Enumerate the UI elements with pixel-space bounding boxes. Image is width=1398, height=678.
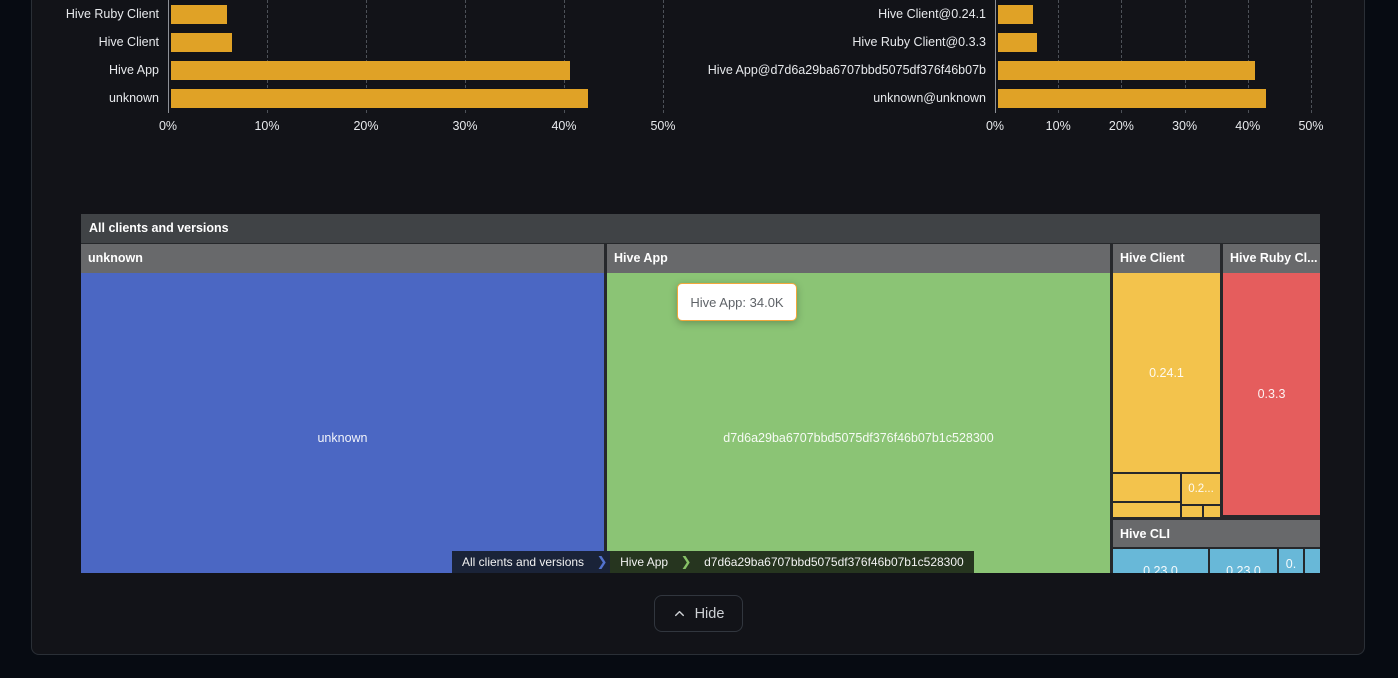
breadcrumb-item-version-hash[interactable]: d7d6a29ba6707bbd5075df376f46b07b1c528300 bbox=[694, 551, 974, 573]
bar-category-label: Hive App bbox=[0, 61, 159, 80]
bar[interactable] bbox=[171, 5, 227, 24]
treemap-cell-hive-client-minor-1[interactable] bbox=[1113, 474, 1180, 501]
treemap-tooltip: Hive App: 34.0K bbox=[677, 283, 797, 321]
treemap-cell-hive-ruby-client-0-3-3[interactable]: 0.3.3 bbox=[1223, 273, 1320, 515]
bar[interactable] bbox=[171, 33, 232, 52]
x-axis-tick-label: 0% bbox=[138, 119, 198, 133]
treemap-cell-unknown[interactable]: unknown bbox=[81, 273, 604, 573]
bar[interactable] bbox=[998, 61, 1255, 80]
treemap-section-header-hive-ruby-client[interactable]: Hive Ruby Cl... bbox=[1223, 244, 1320, 273]
treemap-cell-hive-client-minor-5[interactable] bbox=[1204, 506, 1220, 517]
treemap-cell-hive-cli-4[interactable] bbox=[1305, 549, 1320, 573]
gridline bbox=[663, 0, 664, 113]
treemap-cell-hive-cli-3[interactable]: 0. bbox=[1279, 549, 1303, 573]
y-axis-line bbox=[995, 0, 996, 113]
x-axis-tick-label: 20% bbox=[1091, 119, 1151, 133]
bar[interactable] bbox=[998, 89, 1266, 108]
x-axis-tick-label: 30% bbox=[435, 119, 495, 133]
bar-category-label: Hive Client@0.24.1 bbox=[698, 5, 986, 24]
treemap-cell-hive-client-minor-3[interactable] bbox=[1113, 503, 1180, 517]
app-root: 0%10%20%30%40%50%Hive Ruby ClientHive Cl… bbox=[0, 0, 1398, 678]
x-axis-tick-label: 40% bbox=[1218, 119, 1278, 133]
treemap-section-header-hive-client[interactable]: Hive Client bbox=[1113, 244, 1220, 273]
hide-button-label: Hide bbox=[695, 606, 725, 622]
y-axis-line bbox=[168, 0, 169, 113]
x-axis-tick-label: 50% bbox=[633, 119, 693, 133]
clients-versions-treemap: All clients and versions unknown Hive Ap… bbox=[81, 214, 1320, 573]
treemap-breadcrumb: All clients and versions ❯ Hive App ❯ d7… bbox=[452, 551, 974, 573]
treemap-root-header[interactable]: All clients and versions bbox=[81, 214, 1320, 243]
gridline bbox=[1311, 0, 1312, 113]
bar-category-label: Hive Client bbox=[0, 33, 159, 52]
treemap-cell-hive-client-minor-2[interactable]: 0.2... bbox=[1182, 474, 1220, 504]
bar[interactable] bbox=[998, 5, 1033, 24]
x-axis-tick-label: 10% bbox=[237, 119, 297, 133]
x-axis-tick-label: 20% bbox=[336, 119, 396, 133]
bar-category-label: Hive App@d7d6a29ba6707bbd5075df376f46b07… bbox=[698, 61, 986, 80]
client-share-bar-chart: 0% 10% 20% 30% 40% 50% Hive Ruby Client Hive Cl… bbox=[0, 0, 698, 140]
bar[interactable] bbox=[171, 61, 570, 80]
breadcrumb-item-root[interactable]: All clients and versions bbox=[452, 551, 594, 573]
treemap-cell-hive-client-0-24-1[interactable]: 0.24.1 bbox=[1113, 273, 1220, 472]
bar[interactable] bbox=[171, 89, 588, 108]
treemap-section-header-hive-cli[interactable]: Hive CLI bbox=[1113, 520, 1320, 547]
treemap-section-header-hive-app[interactable]: Hive App bbox=[607, 244, 1110, 273]
bar-category-label: Hive Ruby Client bbox=[0, 5, 159, 24]
treemap-section-header-unknown[interactable]: unknown bbox=[81, 244, 604, 273]
bar-category-label: unknown bbox=[0, 89, 159, 108]
x-axis-tick-label: 10% bbox=[1028, 119, 1088, 133]
x-axis-tick-label: 30% bbox=[1155, 119, 1215, 133]
hide-button[interactable]: Hide bbox=[654, 595, 743, 632]
client-version-share-bar-chart: 0%10%20% 30%40%50% Hive Client@0.24.1 Hive … bbox=[698, 0, 1398, 140]
treemap-cell-hive-cli-2[interactable]: 0.23.0 bbox=[1210, 549, 1277, 573]
bar-category-label: Hive Ruby Client@0.3.3 bbox=[698, 33, 986, 52]
x-axis-tick-label: 0% bbox=[965, 119, 1025, 133]
treemap-cell-hive-client-minor-4[interactable] bbox=[1182, 506, 1202, 517]
treemap-cell-hive-cli-1[interactable]: 0.23.0 bbox=[1113, 549, 1208, 573]
chevron-right-icon: ❯ bbox=[594, 551, 610, 573]
breadcrumb-item-hive-app[interactable]: Hive App bbox=[610, 551, 678, 573]
x-axis-tick-label: 50% bbox=[1281, 119, 1341, 133]
chevron-up-icon bbox=[673, 607, 686, 620]
bar[interactable] bbox=[998, 33, 1037, 52]
chevron-right-icon: ❯ bbox=[678, 551, 694, 573]
x-axis-tick-label: 40% bbox=[534, 119, 594, 133]
bar-category-label: unknown@unknown bbox=[698, 89, 986, 108]
